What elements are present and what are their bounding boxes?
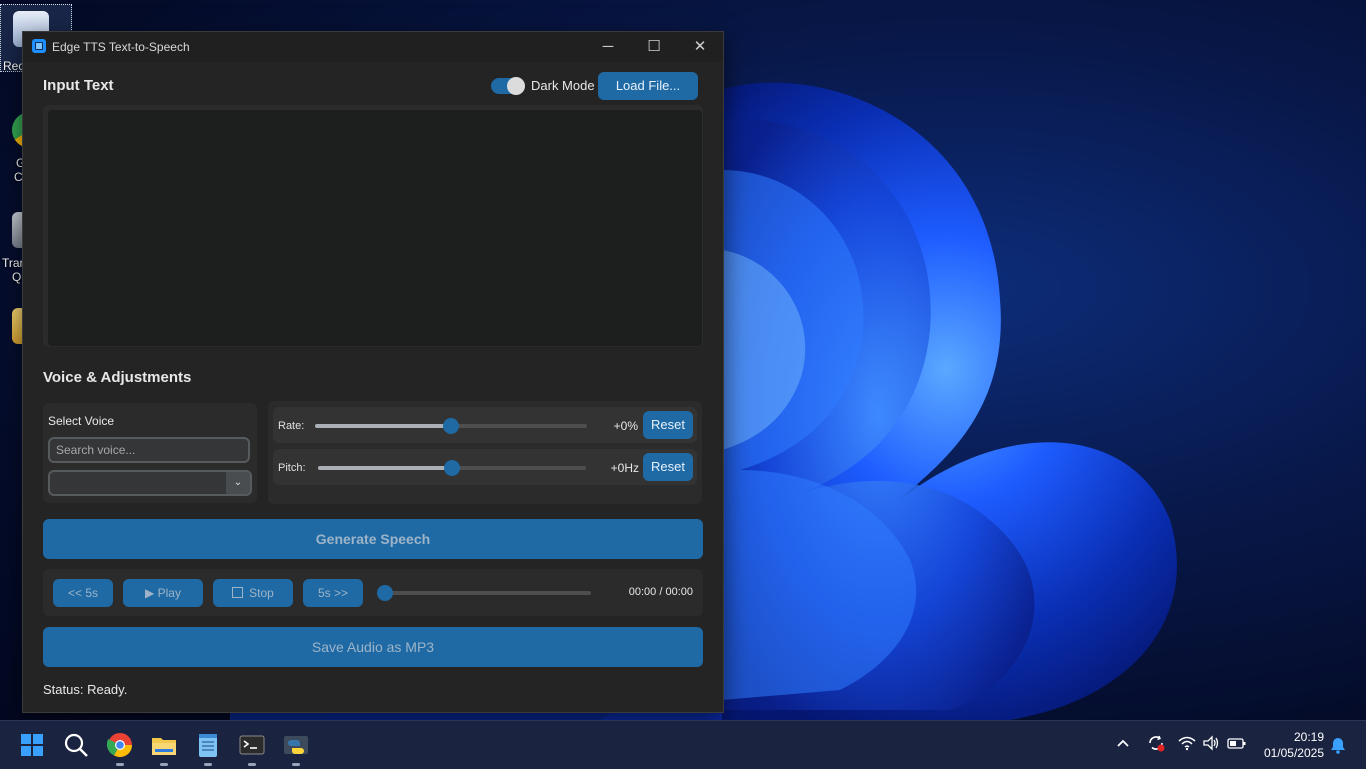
clock-time[interactable]: 20:19 xyxy=(1280,730,1324,744)
playback-progress-slider[interactable] xyxy=(377,585,591,601)
generate-speech-button[interactable]: Generate Speech xyxy=(43,519,703,559)
playback-panel: << 5s ▶ Play Stop 5s >> 00:00 / 00:00 xyxy=(43,569,703,616)
text-input-frame xyxy=(43,105,703,347)
dark-mode-label: Dark Mode xyxy=(531,78,595,93)
voice-search-input[interactable] xyxy=(48,437,250,463)
clock-date[interactable]: 01/05/2025 xyxy=(1250,746,1324,760)
rate-slider-fill xyxy=(315,424,451,428)
pitch-slider-handle[interactable] xyxy=(444,460,460,476)
play-button[interactable]: ▶ Play xyxy=(123,579,203,607)
sync-icon[interactable] xyxy=(1146,733,1166,756)
playback-time: 00:00 / 00:00 xyxy=(628,586,693,598)
running-indicator xyxy=(116,763,124,766)
pitch-label: Pitch: xyxy=(278,462,306,474)
pitch-row: Pitch: +0Hz Reset xyxy=(273,449,697,485)
adjustments-panel: Rate: +0% Reset Pitch: +0Hz Reset xyxy=(268,401,702,504)
pitch-value: +0Hz xyxy=(610,461,639,475)
taskbar: 20:19 01/05/2025 xyxy=(0,720,1366,769)
notification-bell-icon[interactable] xyxy=(1330,736,1346,757)
stop-label: Stop xyxy=(249,586,274,600)
maximize-button[interactable]: ☐ xyxy=(631,32,677,62)
windows-start-icon[interactable] xyxy=(16,729,48,761)
running-indicator xyxy=(292,763,300,766)
save-mp3-button[interactable]: Save Audio as MP3 xyxy=(43,627,703,667)
status-text: Status: Ready. xyxy=(43,682,128,697)
rate-slider[interactable] xyxy=(315,418,587,434)
rate-row: Rate: +0% Reset xyxy=(273,407,697,443)
rate-value: +0% xyxy=(613,419,638,433)
app-icon xyxy=(32,39,46,53)
volume-icon[interactable] xyxy=(1202,735,1220,754)
pitch-slider[interactable] xyxy=(318,460,586,476)
select-voice-label: Select Voice xyxy=(48,414,115,428)
rate-slider-handle[interactable] xyxy=(443,418,459,434)
playback-progress-handle[interactable] xyxy=(377,585,393,601)
running-indicator xyxy=(160,763,168,766)
file-explorer-icon[interactable] xyxy=(148,729,180,766)
running-indicator xyxy=(248,763,256,766)
rate-label: Rate: xyxy=(278,420,305,432)
stop-button[interactable]: Stop xyxy=(213,579,293,607)
terminal-icon[interactable] xyxy=(236,729,268,766)
toggle-knob xyxy=(507,77,525,95)
search-icon[interactable] xyxy=(60,729,92,761)
window-title: Edge TTS Text-to-Speech xyxy=(52,40,190,54)
chrome-icon[interactable] xyxy=(104,729,136,766)
forward-5s-button[interactable]: 5s >> xyxy=(303,579,363,607)
desktop-icon-label: Trar xyxy=(2,256,24,270)
desktop-icon-label: Q xyxy=(12,270,22,284)
close-button[interactable]: ✕ xyxy=(677,32,723,62)
notepad-icon[interactable] xyxy=(192,729,224,766)
rate-reset-button[interactable]: Reset xyxy=(643,411,693,439)
text-input-area[interactable] xyxy=(48,110,702,346)
running-indicator xyxy=(204,763,212,766)
dark-mode-toggle[interactable] xyxy=(491,77,525,95)
voice-dropdown[interactable]: ⌄ xyxy=(48,470,252,496)
python-icon[interactable] xyxy=(280,729,312,766)
stop-icon xyxy=(232,587,244,598)
wifi-icon[interactable] xyxy=(1178,735,1196,754)
input-text-heading: Input Text xyxy=(43,77,114,94)
title-bar[interactable]: Edge TTS Text-to-Speech ─ ☐ ✕ xyxy=(23,32,723,62)
pitch-reset-button[interactable]: Reset xyxy=(643,453,693,481)
minimize-button[interactable]: ─ xyxy=(585,32,631,62)
voice-panel: Select Voice ⌄ xyxy=(43,403,257,503)
load-file-button[interactable]: Load File... xyxy=(598,72,698,100)
chevron-down-icon[interactable]: ⌄ xyxy=(226,472,250,494)
battery-icon[interactable] xyxy=(1227,735,1247,754)
tts-app-window: Edge TTS Text-to-Speech ─ ☐ ✕ Input Text… xyxy=(22,31,724,713)
chevron-up-icon[interactable] xyxy=(1115,735,1131,754)
voice-adjustments-heading: Voice & Adjustments xyxy=(43,369,192,386)
rewind-5s-button[interactable]: << 5s xyxy=(53,579,113,607)
pitch-slider-fill xyxy=(318,466,452,470)
